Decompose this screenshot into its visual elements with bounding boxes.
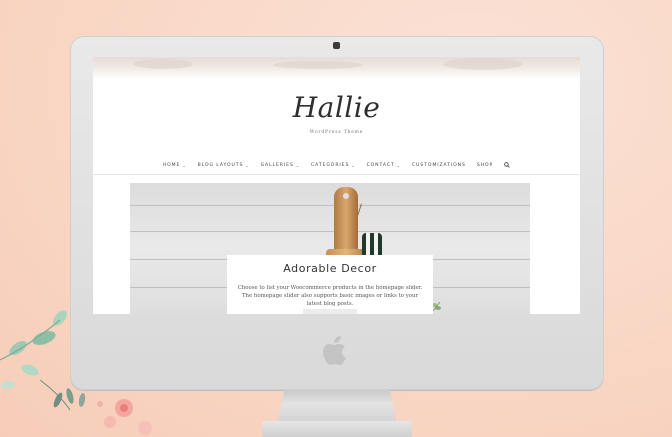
nav-item-home[interactable]: HOME ⌄ [163,163,187,168]
search-icon[interactable] [504,162,510,168]
nav-item-label: CONTACT [366,162,395,168]
nav-item-label: BLOG LAYOUTS [197,162,244,168]
hero-slider[interactable]: Adorable Decor Choose to list your Wooco… [130,183,530,314]
nav-item-label: GALLERIES [260,162,294,168]
slide-description: Choose to list your Woocommerce products… [237,285,423,307]
nav-divider [93,174,580,175]
chevron-down-icon: ⌄ [245,162,250,168]
nav-item-label: CUSTOMIZATIONS [411,162,466,168]
apple-logo-icon [323,336,346,365]
nav-item-galleries[interactable]: GALLERIES ⌄ [261,163,300,168]
chevron-down-icon: ⌄ [295,162,301,168]
main-nav: HOME ⌄ BLOG LAYOUTS ⌄ GALLERIES ⌄ CATEGO… [93,159,580,171]
slide-title[interactable]: Adorable Decor [227,262,433,275]
nav-item-customizations[interactable]: CUSTOMIZATIONS [412,163,466,168]
paint-blot [273,61,363,69]
wood-plank-line [130,231,530,232]
nav-item-label: CATEGORIES [311,162,350,168]
slide-button[interactable] [303,309,357,314]
nav-item-label: HOME [162,162,181,168]
board-hole [343,193,349,199]
chevron-down-icon: ⌄ [182,162,187,168]
monitor-stand [277,390,397,424]
monitor-stand-base [262,421,412,437]
site-tagline: WordPress Theme [309,130,364,135]
nav-item-categories[interactable]: CATEGORIES ⌄ [311,163,356,168]
nav-item-shop[interactable]: SHOP [477,163,493,168]
website-screen: Hallie WordPress Theme HOME ⌄ BLOG LAYOU… [93,57,580,314]
paint-blot [443,58,523,70]
nav-item-contact[interactable]: CONTACT ⌄ [367,163,401,168]
site-logo[interactable]: Hallie [93,91,580,124]
chevron-down-icon: ⌄ [351,162,356,168]
wood-plank-line [130,205,530,206]
slide-caption-card: Adorable Decor Choose to list your Wooco… [227,255,433,314]
nav-item-blog-layouts[interactable]: BLOG LAYOUTS ⌄ [198,163,250,168]
nav-item-label: SHOP [476,162,494,168]
camera-icon [333,42,340,49]
paint-blot [133,59,193,69]
chevron-down-icon: ⌄ [396,162,401,168]
